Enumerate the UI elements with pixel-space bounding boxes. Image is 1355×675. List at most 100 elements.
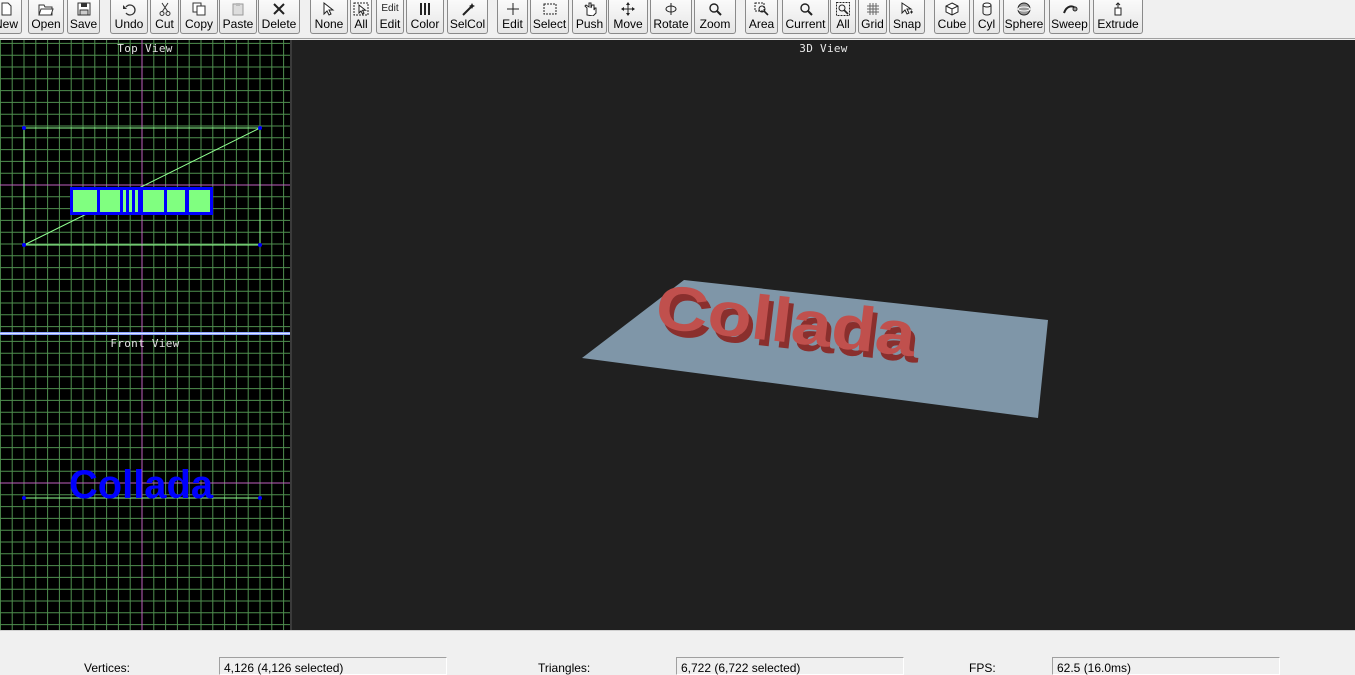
toolbar-button-rotate[interactable]: Rotate xyxy=(650,0,692,34)
toolbar-button-current[interactable]: Current xyxy=(782,0,829,34)
toolbar-button-grid[interactable]: Grid xyxy=(858,0,887,34)
toolbar-button-paste[interactable]: Paste xyxy=(219,0,257,34)
toolbar-button-none[interactable]: None xyxy=(310,0,348,34)
copy-icon xyxy=(192,1,206,17)
crosshair-plus-icon xyxy=(506,1,520,17)
toolbar-button-delete[interactable]: Delete xyxy=(258,0,300,34)
toolbar-button-label: Save xyxy=(69,17,98,31)
toolbar-button-label: Delete xyxy=(261,17,297,31)
front-view-viewport[interactable]: Front View Collada xyxy=(0,335,290,630)
toolbar-button-label: Sphere xyxy=(1004,17,1044,31)
select-none-icon xyxy=(321,1,337,17)
letter-a2-top xyxy=(189,190,210,212)
toolbar-button-edit-mode[interactable]: Edit xyxy=(497,0,528,34)
letter-c-top xyxy=(73,190,97,212)
toolbar-button-label: All xyxy=(836,17,850,31)
toolbar-button-label: Cut xyxy=(155,17,174,31)
main-toolbar: New Open Save Undo Cut Copy Paste Delete None All… xyxy=(0,0,1355,39)
toolbar-button-push[interactable]: Push xyxy=(572,0,607,34)
toolbar-button-label: Rotate xyxy=(653,17,689,31)
vertices-label: Vertices: xyxy=(84,661,131,675)
toolbar-button-undo[interactable]: Undo xyxy=(110,0,148,34)
move-arrows-icon xyxy=(621,1,635,17)
toolbar-button-label: Move xyxy=(613,17,643,31)
front-view-title: Front View xyxy=(110,337,180,350)
top-view-viewport[interactable]: Top View xyxy=(0,40,290,332)
toolbar-button-all-zoom[interactable]: All xyxy=(830,0,856,34)
toolbar-button-label: Undo xyxy=(114,17,144,31)
toolbar-button-cut[interactable]: Cut xyxy=(150,0,179,34)
toolbar-button-copy[interactable]: Copy xyxy=(180,0,218,34)
paste-icon xyxy=(231,1,245,17)
vertex-handle xyxy=(22,496,26,500)
magic-wand-icon xyxy=(461,1,475,17)
toolbar-button-extrude[interactable]: Extrude xyxy=(1093,0,1143,34)
toolbar-button-area[interactable]: Area xyxy=(745,0,778,34)
triangles-label: Triangles: xyxy=(538,661,591,675)
toolbar-button-color[interactable]: Color xyxy=(406,0,444,34)
toolbar-button-label: Snap xyxy=(892,17,922,31)
vertices-value: 4,126 (4,126 selected) xyxy=(219,657,447,675)
vertex-handle xyxy=(22,243,26,247)
front-view-canvas: Collada xyxy=(0,335,290,630)
extrude-icon xyxy=(1111,1,1125,17)
select-all-icon xyxy=(353,1,369,17)
toolbar-button-sweep[interactable]: Sweep xyxy=(1049,0,1090,34)
toolbar-button-all[interactable]: All xyxy=(350,0,372,34)
zoom-all-icon xyxy=(836,1,850,17)
toolbar-button-label: All xyxy=(354,17,368,31)
letter-a1-top xyxy=(143,190,164,212)
toolbar-button-cube[interactable]: Cube xyxy=(934,0,970,34)
toolbar-button-label: Grid xyxy=(861,17,884,31)
sphere-icon xyxy=(1017,1,1031,17)
toolbar-button-edit[interactable]: Edit Edit xyxy=(376,0,404,34)
toolbar-button-select[interactable]: Select xyxy=(530,0,569,34)
toolbar-button-label: Cyl xyxy=(977,17,996,31)
vertex-handle xyxy=(22,126,26,130)
sweep-icon xyxy=(1062,1,1078,17)
toolbar-button-open[interactable]: Open xyxy=(28,0,64,34)
toolbar-button-save[interactable]: Save xyxy=(67,0,100,34)
toolbar-button-label: Extrude xyxy=(1097,17,1139,31)
magnifier-icon xyxy=(708,1,722,17)
toolbar-button-label: Copy xyxy=(184,17,213,31)
cylinder-icon xyxy=(981,1,993,17)
toolbar-button-new[interactable]: New xyxy=(0,0,22,34)
top-view-title: Top View xyxy=(117,42,173,55)
3d-view-title: 3D View xyxy=(799,42,848,55)
fps-value: 62.5 (16.0ms) xyxy=(1052,657,1280,675)
toolbar-button-move[interactable]: Move xyxy=(608,0,648,34)
toolbar-button-label: Zoom xyxy=(699,17,731,31)
toolbar-button-label: Area xyxy=(748,17,775,31)
toolbar-button-label: Sweep xyxy=(1051,17,1088,31)
zoom-area-icon xyxy=(754,1,770,17)
fps-label: FPS: xyxy=(969,661,996,675)
toolbar-button-label: Select xyxy=(532,17,567,31)
toolbar-button-label: Edit xyxy=(379,17,401,31)
toolbar-button-label: Color xyxy=(410,17,440,31)
marquee-select-icon xyxy=(543,1,557,17)
undo-arrow-icon xyxy=(122,1,136,17)
open-folder-icon xyxy=(38,1,54,17)
toolbar-button-label: Paste xyxy=(222,17,254,31)
toolbar-button-selcol[interactable]: SelCol xyxy=(447,0,488,34)
toolbar-button-label: Edit xyxy=(502,17,523,31)
letter-d-top xyxy=(167,190,185,212)
toolbar-button-label: SelCol xyxy=(449,17,486,31)
letter-l1-top xyxy=(123,190,126,212)
snap-cursor-icon xyxy=(900,1,914,17)
letter-l2-top xyxy=(129,190,132,212)
scissors-icon xyxy=(159,1,171,17)
perspective-viewport[interactable]: 3D View Collada Collada xyxy=(292,40,1355,630)
toolbar-button-sphere[interactable]: Sphere xyxy=(1003,0,1045,34)
save-disk-icon xyxy=(77,1,91,17)
toolbar-button-cyl[interactable]: Cyl xyxy=(973,0,1000,34)
zoom-current-icon xyxy=(799,1,813,17)
top-view-canvas xyxy=(0,40,290,332)
vertex-handle xyxy=(258,496,262,500)
toolbar-button-label: Open xyxy=(31,17,61,31)
toolbar-button-label: Cube xyxy=(937,17,967,31)
toolbar-button-zoom[interactable]: Zoom xyxy=(694,0,736,34)
status-bar: Vertices: 4,126 (4,126 selected) Triangl… xyxy=(0,630,1355,675)
toolbar-button-snap[interactable]: Snap xyxy=(889,0,925,34)
